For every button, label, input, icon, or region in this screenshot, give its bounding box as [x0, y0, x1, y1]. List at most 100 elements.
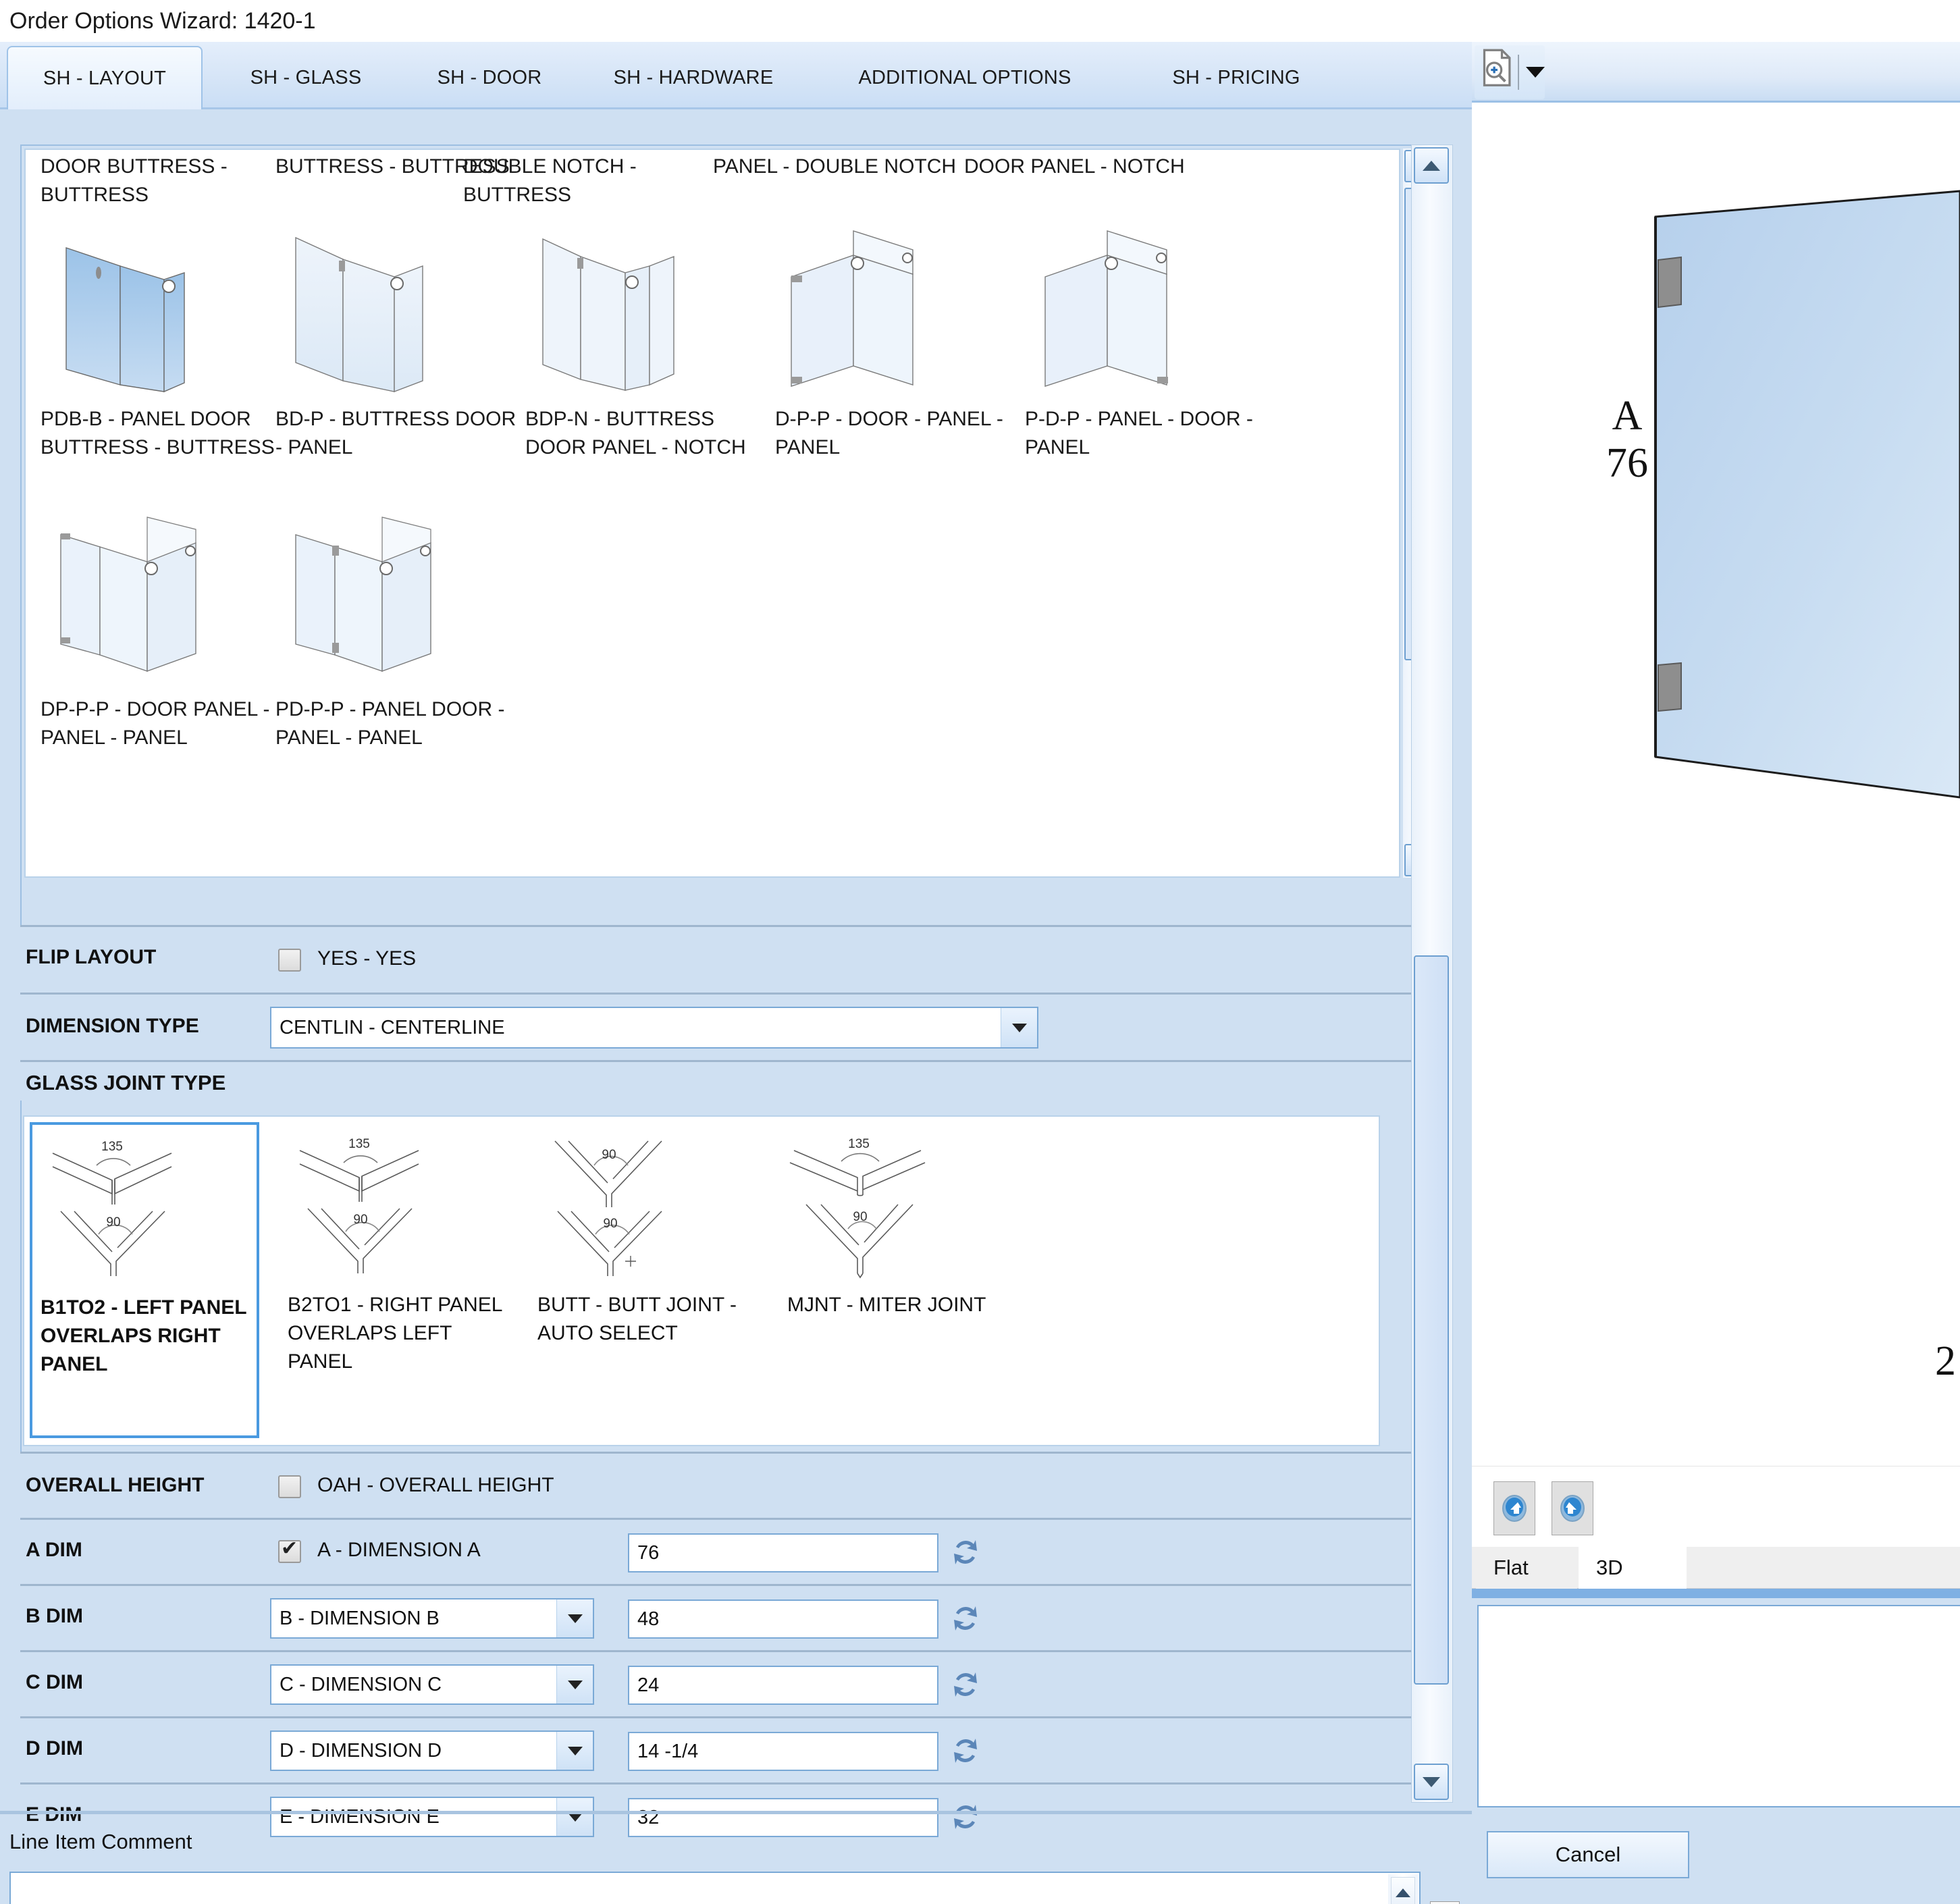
d-dim-value-input[interactable]: 14 -1/4 — [628, 1732, 938, 1771]
preview-notes-textarea[interactable] — [1477, 1605, 1960, 1807]
options-scrollbar[interactable] — [1411, 144, 1453, 1803]
gallery-item-dp-p-p[interactable] — [46, 514, 294, 683]
gallery-item-d-p-p[interactable] — [778, 224, 1026, 393]
rotate-left-icon — [1499, 1493, 1530, 1524]
chevron-down-icon[interactable] — [556, 1666, 593, 1703]
tab-strip: SH - LAYOUT SH - GLASS SH - DOOR SH - HA… — [0, 42, 1472, 109]
tab-sh-pricing[interactable]: SH - PRICING — [1125, 46, 1348, 109]
c-dim-dropdown[interactable]: C - DIMENSION C — [270, 1664, 594, 1705]
rotate-left-button[interactable] — [1493, 1481, 1535, 1535]
chevron-down-icon[interactable] — [1526, 67, 1545, 78]
overall-height-checkbox[interactable] — [278, 1475, 301, 1498]
glass-joint-option-b2to1[interactable]: 135 90 B2TO1 - RIGHT PANEL OVERLAPS L — [280, 1122, 509, 1438]
dimension-type-dropdown[interactable]: CENTLIN - CENTERLINE — [270, 1007, 1038, 1049]
line-item-comment-textarea[interactable] — [9, 1872, 1421, 1904]
tab-flat[interactable]: Flat — [1476, 1547, 1577, 1589]
chevron-down-icon[interactable] — [556, 1798, 593, 1836]
layout-gallery: DOOR BUTTRESS - BUTTRESS BUTTRESS - BUTT… — [24, 149, 1400, 878]
order-options-wizard-window: Order Options Wizard: 1420-1 SH - LAYOUT… — [0, 0, 1960, 1904]
joint-diagram-b1to2: 135 90 — [32, 1132, 262, 1287]
svg-text:90: 90 — [603, 1217, 617, 1231]
e-dim-dropdown[interactable]: E - DIMENSION E — [270, 1797, 594, 1837]
tab-3d[interactable]: 3D — [1579, 1547, 1687, 1589]
gallery-item-p-d-p[interactable] — [1032, 224, 1280, 393]
tab-sh-door[interactable]: SH - DOOR — [405, 46, 574, 109]
b-dim-option-value: B - DIMENSION B — [271, 1608, 440, 1630]
preview-panel: A 76 2 — [1472, 42, 1960, 1904]
b-dim-refresh-icon[interactable] — [948, 1601, 983, 1636]
preview-separator — [1472, 1589, 1960, 1598]
e-dim-refresh-icon[interactable] — [948, 1799, 983, 1834]
d-dim-dropdown[interactable]: D - DIMENSION D — [270, 1730, 594, 1771]
tab-sh-layout[interactable]: SH - LAYOUT — [7, 46, 203, 109]
b-dim-value-input[interactable]: 48 — [628, 1599, 938, 1639]
preview-canvas[interactable]: A 76 2 — [1472, 105, 1960, 1466]
a-dim-checkbox[interactable] — [278, 1540, 301, 1563]
window-title: Order Options Wizard: 1420-1 — [0, 0, 1960, 42]
glass-joint-label-mjnt: MJNT - MITER JOINT — [787, 1291, 1003, 1319]
c-dim-option-value: C - DIMENSION C — [271, 1674, 442, 1696]
svg-text:90: 90 — [853, 1210, 867, 1224]
c-dim-value-input[interactable]: 24 — [628, 1666, 938, 1705]
e-dim-label: E DIM — [26, 1803, 82, 1826]
glass-joint-label-b2to1: B2TO1 - RIGHT PANEL OVERLAPS LEFT PANEL — [288, 1291, 504, 1376]
preview-lower-panel: Cancel — [1472, 1598, 1960, 1904]
flip-layout-checkbox[interactable] — [278, 949, 301, 972]
a-dim-value-input[interactable]: 76 — [628, 1533, 938, 1572]
dimension-type-value: CENTLIN - CENTERLINE — [271, 1017, 505, 1039]
a-dim-option-label: A - DIMENSION A — [317, 1539, 481, 1562]
line-item-comment-scroll-up-button[interactable] — [1391, 1877, 1415, 1904]
thumb-pdb-b — [46, 224, 269, 393]
gallery-label-bd-p: BD-P - BUTTRESS DOOR - PANEL — [275, 405, 524, 462]
d-dim-label: D DIM — [26, 1737, 83, 1760]
flip-layout-checkbox-label: YES - YES — [317, 947, 416, 970]
options-scroll-thumb[interactable] — [1414, 955, 1449, 1685]
row-flip-layout: FLIP LAYOUT YES - YES — [20, 925, 1450, 993]
overall-height-label: OVERALL HEIGHT — [26, 1474, 204, 1497]
preview-dimension-value: 76 — [1566, 442, 1688, 484]
glass-joint-option-butt[interactable]: 90 90 BUTT - BUTT JO — [529, 1122, 759, 1438]
svg-text:90: 90 — [602, 1148, 616, 1162]
pane-body: DOOR BUTTRESS - BUTTRESS BUTTRESS - BUTT… — [0, 109, 1472, 1904]
chevron-down-icon[interactable] — [556, 1599, 593, 1637]
glass-joint-type-box: 135 90 B1TO2 - LEFT PANEL OVERLAPS RI — [23, 1115, 1380, 1446]
row-d-dim: D DIM D - DIMENSION D 14 -1/4 — [20, 1716, 1450, 1782]
gallery-item-bdp-n[interactable] — [531, 224, 779, 393]
thumb-d-p-p — [778, 224, 1001, 393]
line-item-comment-label: Line Item Comment — [9, 1830, 192, 1854]
svg-text:135: 135 — [848, 1137, 870, 1151]
line-item-comment-scrollbar[interactable] — [1388, 1874, 1418, 1904]
tab-sh-glass[interactable]: SH - GLASS — [215, 46, 397, 109]
a-dim-refresh-icon[interactable] — [948, 1535, 983, 1570]
d-dim-refresh-icon[interactable] — [948, 1733, 983, 1768]
rotate-right-button[interactable] — [1552, 1481, 1593, 1535]
glass-joint-option-mjnt[interactable]: 135 90 MJNT - MITER — [779, 1122, 1009, 1438]
triangle-down-icon — [1423, 1777, 1440, 1787]
row-b-dim: B DIM B - DIMENSION B 48 — [20, 1584, 1450, 1650]
gallery-item-bd-p[interactable] — [281, 224, 529, 393]
cancel-button[interactable]: Cancel — [1487, 1831, 1689, 1878]
tab-sh-hardware[interactable]: SH - HARDWARE — [582, 46, 805, 109]
gallery-partial-label-2: DOUBLE NOTCH - BUTTRESS — [463, 153, 712, 209]
row-e-dim: E DIM E - DIMENSION E 32 — [20, 1782, 1450, 1849]
gallery-partial-label-3: PANEL - DOUBLE NOTCH — [713, 153, 961, 181]
row-glass-joint-header — [20, 1060, 1450, 1101]
gallery-item-pd-p-p[interactable] — [281, 514, 529, 683]
e-dim-value-input[interactable]: 32 — [628, 1798, 938, 1837]
joint-diagram-butt: 90 90 — [529, 1129, 759, 1284]
gallery-item-pdb-b[interactable] — [46, 224, 294, 393]
preview-rotate-bar — [1472, 1466, 1960, 1547]
gallery-partial-label-0: DOOR BUTTRESS - BUTTRESS — [41, 153, 289, 209]
glass-joint-option-b1to2[interactable]: 135 90 B1TO2 - LEFT PANEL OVERLAPS RI — [30, 1122, 259, 1438]
options-scroll-up-button[interactable] — [1414, 147, 1449, 184]
chevron-down-icon[interactable] — [556, 1732, 593, 1770]
options-scroll-down-button[interactable] — [1414, 1764, 1449, 1800]
line-item-comment-editor-button[interactable] — [1430, 1901, 1460, 1904]
b-dim-dropdown[interactable]: B - DIMENSION B — [270, 1598, 594, 1639]
preview-zoom-button[interactable] — [1475, 45, 1545, 99]
preview-dimension-letter: A — [1566, 395, 1688, 437]
c-dim-refresh-icon[interactable] — [948, 1667, 983, 1702]
row-c-dim: C DIM C - DIMENSION C 24 — [20, 1650, 1450, 1716]
chevron-down-icon[interactable] — [1001, 1008, 1037, 1047]
tab-additional-options[interactable]: ADDITIONAL OPTIONS — [813, 46, 1117, 109]
